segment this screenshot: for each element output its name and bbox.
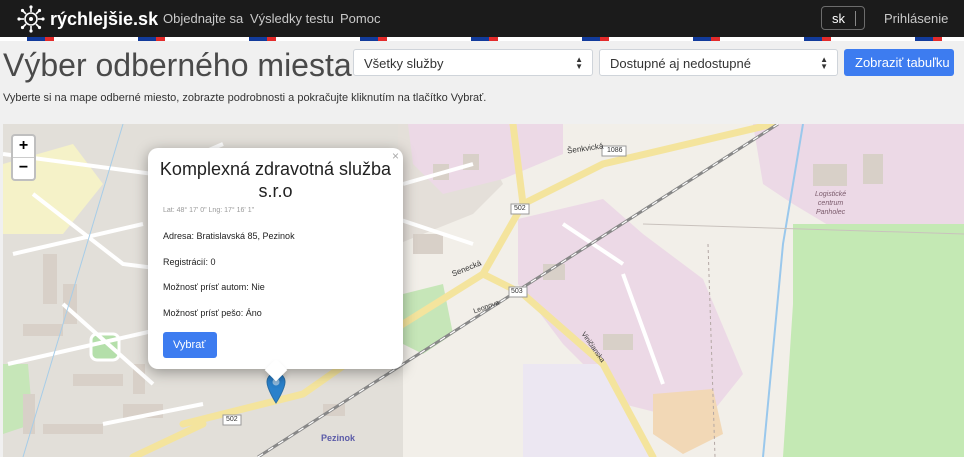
poi-label-line: Logistické [815,191,847,198]
login-link[interactable]: Prihlásenie [884,11,948,26]
page-title: Výber odberného miesta [3,47,352,83]
service-select[interactable]: Všetky služby ▲ ▼ [353,49,593,76]
popup-title: Komplexná zdravotná služba s.r.o [159,159,392,201]
brand-name: rýchlejšie.sk [50,8,159,29]
page-subtitle: Vyberte si na mape odberné miesto, zobra… [3,92,487,104]
availability-select[interactable]: Dostupné aj nedostupné ▲ ▼ [599,49,838,76]
select-button[interactable]: Vybrať [163,332,217,358]
popup-address: Adresa: Bratislavská 85, Pezinok [163,231,295,241]
virus-logo-icon [17,5,45,33]
language-value: sk [832,11,845,26]
updown-icon: ▲ ▼ [575,55,583,71]
popup-on-foot: Možnosť prísť pešo: Áno [163,308,262,318]
zoom-in-button[interactable]: + [13,136,34,158]
show-table-button[interactable]: Zobraziť tabuľku [844,49,954,76]
popup-registrations: Registrácií: 0 [163,257,216,267]
brand[interactable]: rýchlejšie.sk [17,5,158,33]
flag-stripes [0,37,964,41]
availability-select-value: Dostupné aj nedostupné [610,56,751,71]
zoom-out-button[interactable]: − [13,158,34,179]
city-label-pezinok: Pezinok [321,433,356,443]
poi-label-line: centrum [817,200,844,207]
road-shield-1086: 1086 [607,147,623,154]
popup-coordinates: Lat: 48° 17' 0" Lng: 17° 16' 1" [163,207,255,214]
nav-link-pomoc[interactable]: Pomoc [340,11,380,26]
service-select-value: Všetky služby [364,56,444,71]
close-icon[interactable]: × [392,149,399,163]
road-shield-502-b: 502 [226,416,238,423]
road-shield-503: 503 [511,288,523,295]
road-shield-502: 502 [514,205,526,212]
place-popup: × Komplexná zdravotná služba s.r.o Lat: … [148,148,403,382]
navbar: rýchlejšie.sk Objednajte sa Výsledky tes… [0,0,964,37]
popup-by-car: Možnosť prísť autom: Nie [163,282,265,292]
zoom-control: + − [11,134,36,181]
poi-label-line: Panholec [815,209,846,216]
nav-link-objednajte[interactable]: Objednajte sa [163,11,243,26]
updown-icon: ▲ ▼ [820,55,828,71]
language-select[interactable]: sk [821,6,865,30]
divider [855,11,856,26]
nav-link-vysledky[interactable]: Výsledky testu [250,11,334,26]
poi-label-logistic-center: Logistické centrum Panholec [815,190,846,217]
